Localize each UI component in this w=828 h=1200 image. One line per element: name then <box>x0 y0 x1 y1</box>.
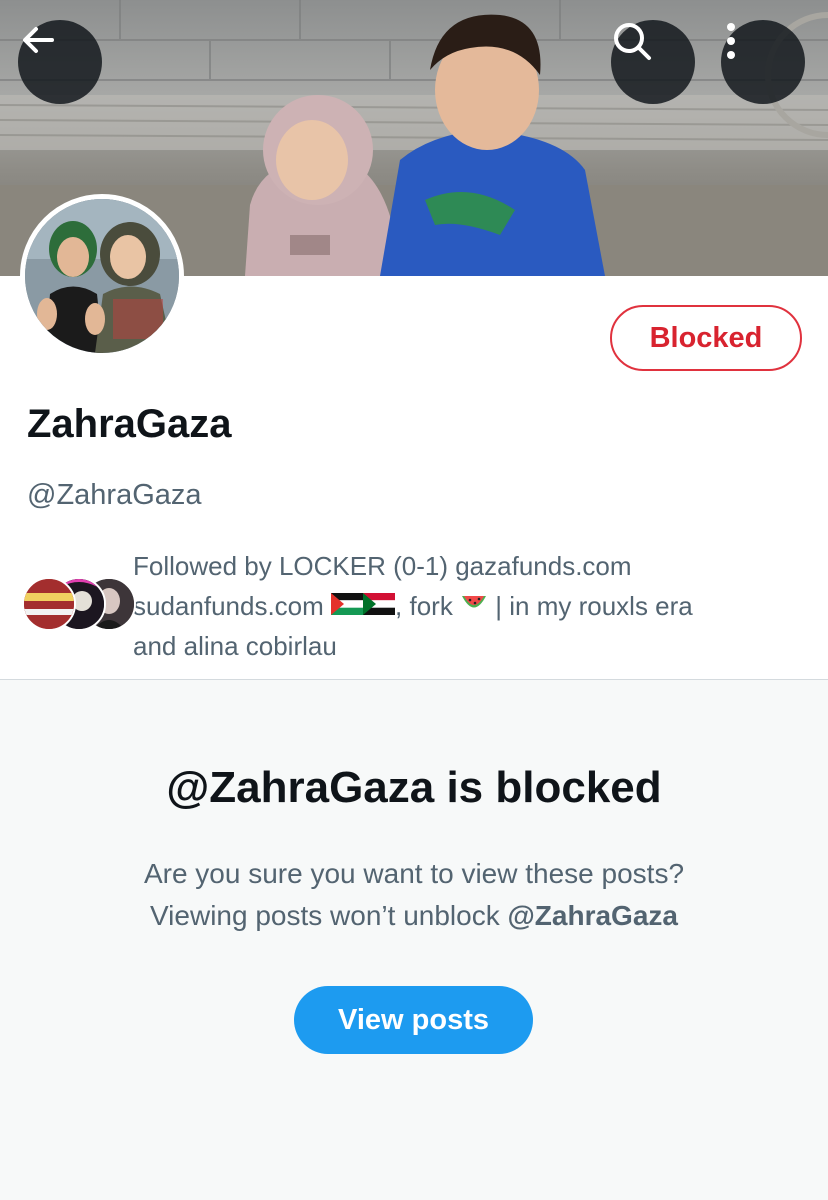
profile-display-name: ZahraGaza <box>27 402 232 446</box>
blocked-button[interactable]: Blocked <box>610 305 802 371</box>
blocked-notice-line-2-text: Viewing posts won’t unblock <box>150 900 508 931</box>
followed-by-line-3: and alina cobirlau <box>133 631 337 661</box>
blocked-notice-panel <box>0 680 828 1200</box>
followers-avatars[interactable] <box>22 577 136 631</box>
sudan-flag-graphic <box>363 592 396 615</box>
more-button[interactable] <box>721 20 805 104</box>
blocked-notice-line-1: Are you sure you want to view these post… <box>143 858 685 889</box>
profile-avatar[interactable] <box>20 194 184 358</box>
back-button[interactable] <box>18 20 102 104</box>
more-vertical-icon <box>727 23 735 59</box>
arrow-left-icon <box>23 27 54 53</box>
blocked-notice-description: Are you sure you want to view these post… <box>0 853 828 937</box>
follower-avatar <box>22 577 76 631</box>
blocked-notice-title: @ZahraGaza is blocked <box>166 763 662 812</box>
followed-by-name-fork: , fork <box>395 591 453 621</box>
follower-avatar-image <box>24 579 74 629</box>
avatar-photo <box>25 199 179 353</box>
sudan-flag-icon <box>363 586 396 626</box>
watermelon-graphic <box>462 595 487 608</box>
search-button[interactable] <box>611 20 695 104</box>
followed-by-line-1: Followed by LOCKER (0-1) gazafunds.com <box>133 551 632 581</box>
followed-by-name-rouxls: | in my rouxls era <box>488 591 693 621</box>
watermelon-icon <box>460 586 488 626</box>
followed-by-name-sudanfunds: sudanfunds.com <box>133 591 324 621</box>
search-icon <box>614 23 651 60</box>
followed-by-text[interactable]: Followed by LOCKER (0-1) gazafunds.com s… <box>133 546 813 666</box>
blocked-notice-handle: @ZahraGaza <box>507 900 678 931</box>
palestine-flag-graphic <box>331 592 364 615</box>
view-posts-button[interactable]: View posts <box>294 986 533 1054</box>
palestine-flag-icon <box>331 586 364 626</box>
profile-handle: @ZahraGaza <box>27 479 202 511</box>
followed-by-line-2: sudanfunds.com , fork | in my rouxls era <box>133 586 813 626</box>
blocked-notice-line-2: Viewing posts won’t unblock @ZahraGaza <box>0 895 828 937</box>
